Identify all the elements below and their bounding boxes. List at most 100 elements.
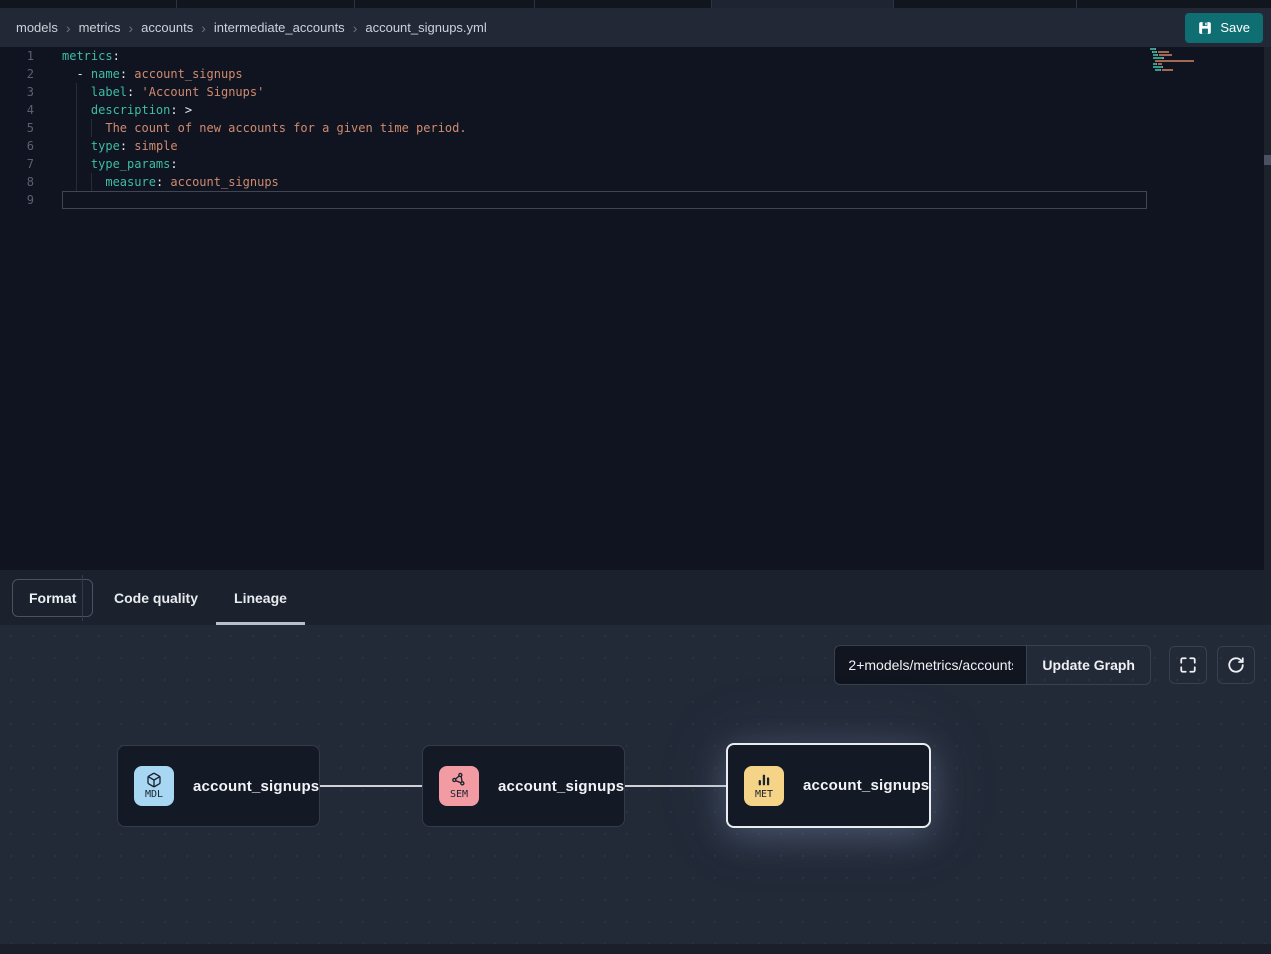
model-badge: MDL [134,766,174,806]
top-tab[interactable] [535,0,712,8]
indent-guide [76,119,77,137]
tab-lineage[interactable]: Lineage [216,570,305,625]
minimap-line [1150,54,1212,56]
file-header-bar: models › metrics › accounts › intermediate_acc… [0,8,1271,47]
indent-guide [91,173,92,191]
top-tab[interactable] [355,0,535,8]
minimap-line [1150,57,1212,59]
lineage-node-model[interactable]: MDL account_signups [117,745,320,827]
line-number: 7 [0,155,46,173]
minimap-line [1150,69,1212,71]
semantic-model-badge-label: SEM [450,789,468,800]
indent-guide [76,155,77,173]
scrollbar-handle[interactable] [1264,155,1271,165]
breadcrumb-item[interactable]: metrics [79,20,121,35]
code-line[interactable]: 7 type_params: [0,155,1271,173]
bottom-tab-row: Code quality Lineage [96,570,305,625]
code-line[interactable]: 1 metrics: [0,47,1271,65]
top-tab[interactable] [0,0,177,8]
code-text: metrics: [62,47,120,65]
code-line[interactable]: 9 [0,191,1271,209]
lineage-node-metric[interactable]: MET account_signups [726,743,931,828]
minimap-line [1150,48,1212,50]
metric-badge-label: MET [755,789,773,800]
breadcrumb-separator: › [201,20,206,36]
graph-controls: Update Graph [834,645,1255,685]
indent-guide [76,83,77,101]
fullscreen-button[interactable] [1169,646,1207,684]
cube-icon [146,772,162,788]
fullscreen-icon [1179,656,1197,674]
model-badge-label: MDL [145,789,163,800]
selector-input[interactable] [834,645,1026,685]
edge-mdl-sem [320,785,422,787]
breadcrumb-item[interactable]: models [16,20,58,35]
breadcrumb-item[interactable]: account_signups.yml [365,20,486,35]
tab-code-quality[interactable]: Code quality [96,570,216,625]
indent-guide [91,119,92,137]
top-tab-active[interactable] [712,0,894,8]
code-text: type: simple [62,137,178,155]
update-graph-button[interactable]: Update Graph [1026,645,1151,685]
breadcrumb-separator: › [128,20,133,36]
node-label: account_signups [498,778,624,795]
minimap-line [1150,66,1212,68]
code-text: - name: account_signups [62,65,243,83]
code-line[interactable]: 4 description: > [0,101,1271,119]
edge-sem-met [625,785,726,787]
node-label: account_signups [803,777,929,794]
indent-guide [76,137,77,155]
line-number: 4 [0,101,46,119]
code-line[interactable]: 3 label: 'Account Signups' [0,83,1271,101]
code-text: description: > [62,101,192,119]
code-text: measure: account_signups [62,173,279,191]
semantic-network-icon [451,772,467,788]
code-lines: 1metrics:2 - name: account_signups3 labe… [0,47,1271,209]
minimap-line [1150,60,1212,62]
save-button[interactable]: Save [1185,13,1263,43]
panel-divider [82,575,83,621]
code-text: type_params: [62,155,178,173]
breadcrumb-item[interactable]: accounts [141,20,193,35]
indent-guide [76,101,77,119]
semantic-model-badge: SEM [439,766,479,806]
top-tab[interactable] [177,0,355,8]
line-number: 3 [0,83,46,101]
editor-scrollbar[interactable] [1264,47,1271,570]
code-line[interactable]: 6 type: simple [0,137,1271,155]
top-tab-strip [0,0,1271,8]
breadcrumb: models › metrics › accounts › intermediate_acc… [16,20,487,36]
top-tab[interactable] [894,0,1077,8]
line-number: 9 [0,191,46,209]
refresh-icon [1227,656,1245,674]
breadcrumb-item[interactable]: intermediate_accounts [214,20,345,35]
bar-chart-icon [756,772,772,788]
panel-bottom-strip [0,944,1271,954]
code-editor[interactable]: 1metrics:2 - name: account_signups3 labe… [0,47,1271,570]
code-text: The count of new accounts for a given ti… [62,119,467,137]
metric-badge: MET [744,766,784,806]
bottom-panel-header: Format Code quality Lineage [0,570,1271,625]
code-text: label: 'Account Signups' [62,83,264,101]
top-tab[interactable] [1077,0,1271,8]
save-button-label: Save [1220,20,1250,35]
code-line[interactable]: 8 measure: account_signups [0,173,1271,191]
code-line[interactable]: 2 - name: account_signups [0,65,1271,83]
editor-minimap[interactable] [1150,48,1212,72]
minimap-line [1150,63,1212,65]
minimap-line [1150,51,1212,53]
node-label: account_signups [193,778,319,795]
indent-guide [76,173,77,191]
breadcrumb-separator: › [353,20,358,36]
line-number: 6 [0,137,46,155]
refresh-button[interactable] [1217,646,1255,684]
line-number: 1 [0,47,46,65]
breadcrumb-separator: › [66,20,71,36]
lineage-graph-panel[interactable]: Update Graph [0,625,1271,954]
line-number: 8 [0,173,46,191]
line-number: 2 [0,65,46,83]
code-line[interactable]: 5 The count of new accounts for a given … [0,119,1271,137]
save-icon [1198,21,1212,35]
lineage-node-semantic-model[interactable]: SEM account_signups [422,745,625,827]
selector-group: Update Graph [834,645,1151,685]
